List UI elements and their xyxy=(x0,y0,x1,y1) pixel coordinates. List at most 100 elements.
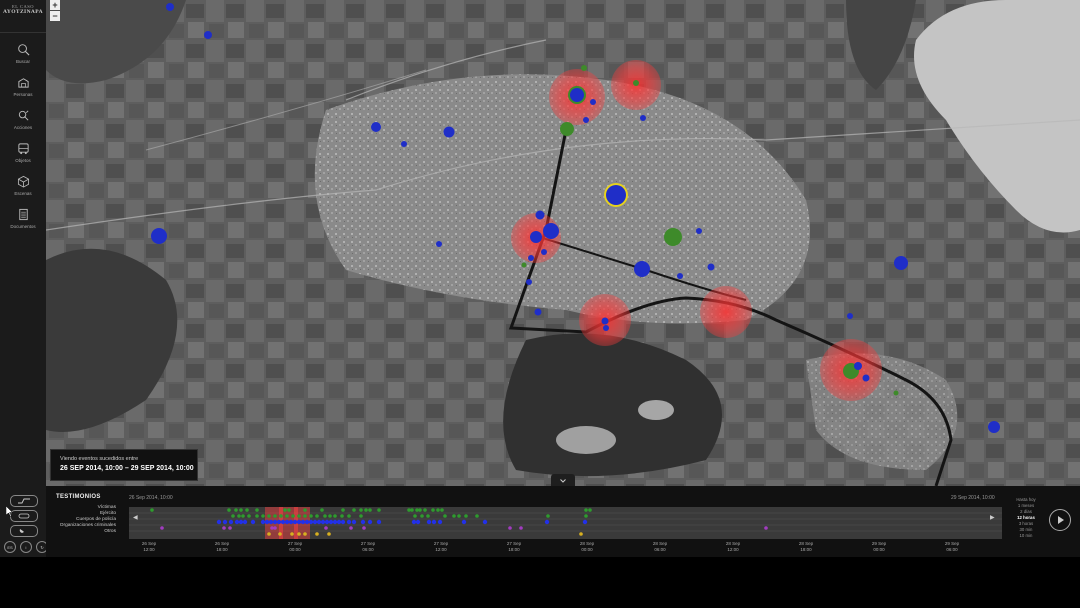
info-button[interactable]: i xyxy=(20,541,32,553)
timeline-event-dot[interactable] xyxy=(411,519,417,525)
timeline-event-dot[interactable] xyxy=(279,514,283,518)
timeline-event-dot[interactable] xyxy=(315,532,319,536)
timeline-event-dot[interactable] xyxy=(328,514,332,518)
timeline-event-dot[interactable] xyxy=(347,514,351,518)
timeline-event-dot[interactable] xyxy=(482,519,488,525)
timeline-event-dot[interactable] xyxy=(292,519,298,525)
timeline-event-dot[interactable] xyxy=(273,514,277,518)
timeline-collapse-button[interactable] xyxy=(551,474,575,486)
timeline-event-dot[interactable] xyxy=(436,508,440,512)
timeline-event-dot[interactable] xyxy=(579,532,583,536)
timeline-event-dot[interactable] xyxy=(264,519,270,525)
timeline-event-dot[interactable] xyxy=(267,514,271,518)
timeline-event-dot[interactable] xyxy=(376,519,382,525)
call-toggle-button[interactable] xyxy=(10,525,38,537)
timeline-event-dot[interactable] xyxy=(276,519,282,525)
timeline-event-dot[interactable] xyxy=(272,519,278,525)
timeline-event-dot[interactable] xyxy=(364,508,368,512)
play-button[interactable] xyxy=(1049,509,1071,531)
nav-acciones[interactable]: Acciones xyxy=(0,107,46,140)
timeline-event-dot[interactable] xyxy=(273,526,277,530)
timeline-event-dot[interactable] xyxy=(309,514,313,518)
timeline-event-dot[interactable] xyxy=(231,514,235,518)
timeline-event-dot[interactable] xyxy=(297,532,301,536)
timeline-back-button[interactable]: ◀ xyxy=(133,514,138,521)
timeline-event-dot[interactable] xyxy=(228,526,232,530)
timeline-event-dot[interactable] xyxy=(312,519,318,525)
zoom-in-button[interactable]: + xyxy=(50,0,60,10)
timeline-event-dot[interactable] xyxy=(255,514,259,518)
timeline-event-dot[interactable] xyxy=(255,508,259,512)
timeline-event-dot[interactable] xyxy=(349,526,353,530)
timeline-event-dot[interactable] xyxy=(351,519,357,525)
timeline-event-dot[interactable] xyxy=(303,514,307,518)
language-button[interactable]: ES xyxy=(4,541,16,553)
timeline-event-dot[interactable] xyxy=(261,514,265,518)
timeline-event-dot[interactable] xyxy=(267,532,271,536)
timeline-event-dot[interactable] xyxy=(227,508,231,512)
timeline-forward-button[interactable]: ▶ xyxy=(990,514,995,521)
timeline-event-dot[interactable] xyxy=(316,519,322,525)
timeline-event-dot[interactable] xyxy=(431,508,435,512)
timeline-event-dot[interactable] xyxy=(452,514,456,518)
timeline-event-dot[interactable] xyxy=(362,526,366,530)
timeline-event-dot[interactable] xyxy=(461,519,467,525)
timeline-event-dot[interactable] xyxy=(359,508,363,512)
timeline-event-dot[interactable] xyxy=(324,526,328,530)
timeline-event-dot[interactable] xyxy=(296,519,302,525)
timeline-event-dot[interactable] xyxy=(287,508,291,512)
timeline-event-dot[interactable] xyxy=(315,514,319,518)
timeline-event-dot[interactable] xyxy=(323,514,327,518)
timeline-event-dot[interactable] xyxy=(764,526,768,530)
timeline-event-dot[interactable] xyxy=(268,519,274,525)
nav-escenas[interactable]: Escenas xyxy=(0,173,46,206)
timeline-event-dot[interactable] xyxy=(237,514,241,518)
timeline-event-dot[interactable] xyxy=(283,508,287,512)
timeline-event-dot[interactable] xyxy=(359,514,363,518)
timeline-event-dot[interactable] xyxy=(291,514,295,518)
timeline-event-dot[interactable] xyxy=(297,514,301,518)
timeline-event-dot[interactable] xyxy=(544,519,550,525)
timeline-event-dot[interactable] xyxy=(368,508,372,512)
timeline-event-dot[interactable] xyxy=(242,519,248,525)
timeline-event-dot[interactable] xyxy=(440,508,444,512)
timeline-event-dot[interactable] xyxy=(423,508,427,512)
timeline-event-dot[interactable] xyxy=(332,519,338,525)
timeline-event-dot[interactable] xyxy=(303,508,307,512)
timeline-event-dot[interactable] xyxy=(250,519,256,525)
timeline-event-dot[interactable] xyxy=(341,508,345,512)
zoom-out-button[interactable]: − xyxy=(50,11,60,21)
timeline-event-dot[interactable] xyxy=(222,526,226,530)
timeline-event-dot[interactable] xyxy=(308,519,314,525)
timeline-event-dot[interactable] xyxy=(413,514,417,518)
timeline-event-dot[interactable] xyxy=(300,519,306,525)
timeline-event-dot[interactable] xyxy=(228,519,234,525)
timeline-event-dot[interactable] xyxy=(234,519,240,525)
timeline-event-dot[interactable] xyxy=(588,508,592,512)
timeline-event-dot[interactable] xyxy=(280,519,286,525)
timeline-event-dot[interactable] xyxy=(278,532,282,536)
layer-toggle-button[interactable] xyxy=(10,510,38,522)
timeline-event-dot[interactable] xyxy=(324,519,330,525)
timeline-event-dot[interactable] xyxy=(457,514,461,518)
timeline-event-dot[interactable] xyxy=(410,508,414,512)
timeline-event-dot[interactable] xyxy=(241,514,245,518)
timeline-event-dot[interactable] xyxy=(328,519,334,525)
timeline-event-dot[interactable] xyxy=(584,508,588,512)
timeline-event-dot[interactable] xyxy=(247,514,251,518)
zoom-level-item[interactable]: 10 min xyxy=(1006,533,1046,539)
nav-buscar[interactable]: Buscar xyxy=(0,41,46,74)
timeline-event-dot[interactable] xyxy=(340,519,346,525)
timeline-event-dot[interactable] xyxy=(420,514,424,518)
timeline-event-dot[interactable] xyxy=(582,519,588,525)
timeline-event-dot[interactable] xyxy=(418,508,422,512)
timeline-event-dot[interactable] xyxy=(239,508,243,512)
timeline-event-dot[interactable] xyxy=(415,519,421,525)
timeline-event-dot[interactable] xyxy=(333,514,337,518)
timeline-event-dot[interactable] xyxy=(260,519,266,525)
timeline-event-dot[interactable] xyxy=(360,519,366,525)
timeline-event-dot[interactable] xyxy=(340,514,344,518)
timeline-event-dot[interactable] xyxy=(234,508,238,512)
timeline-event-dot[interactable] xyxy=(437,519,443,525)
timeline-event-dot[interactable] xyxy=(320,508,324,512)
